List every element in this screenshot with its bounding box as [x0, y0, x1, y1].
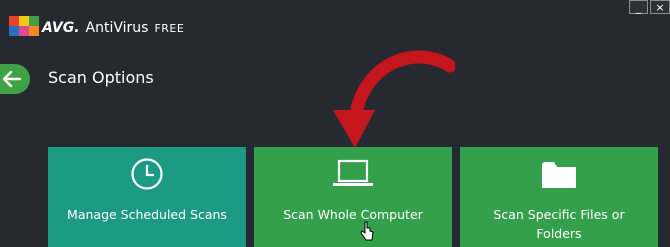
scan-whole-computer-tile[interactable]: Scan Whole Computer — [254, 147, 452, 247]
scan-specific-files-tile[interactable]: Scan Specific Files or Folders — [460, 147, 658, 247]
window-controls: _ × — [629, 0, 670, 15]
folder-icon — [542, 162, 576, 188]
edition-label: FREE — [154, 21, 185, 35]
pointer-arrow-annotation — [333, 50, 455, 148]
back-button[interactable] — [0, 64, 30, 94]
tile-label: Manage Scheduled Scans — [67, 207, 227, 222]
product-name: AntiVirus — [85, 20, 149, 36]
page-title: Scan Options — [48, 68, 154, 87]
app-header: AVG. AntiVirus FREE — [8, 14, 184, 42]
minimize-button[interactable]: _ — [629, 0, 648, 14]
clock-icon — [131, 158, 163, 190]
manage-scheduled-scans-tile[interactable]: Manage Scheduled Scans — [48, 147, 246, 247]
arrow-left-icon — [3, 71, 21, 87]
close-button[interactable]: × — [650, 0, 670, 14]
tile-label: Scan Specific Files or Folders — [493, 207, 625, 241]
avg-logo-icon — [9, 16, 39, 36]
brand-name: AVG. — [42, 20, 80, 36]
tile-label: Scan Whole Computer — [283, 207, 423, 222]
laptop-icon — [333, 159, 373, 186]
mouse-cursor-icon — [360, 221, 374, 241]
